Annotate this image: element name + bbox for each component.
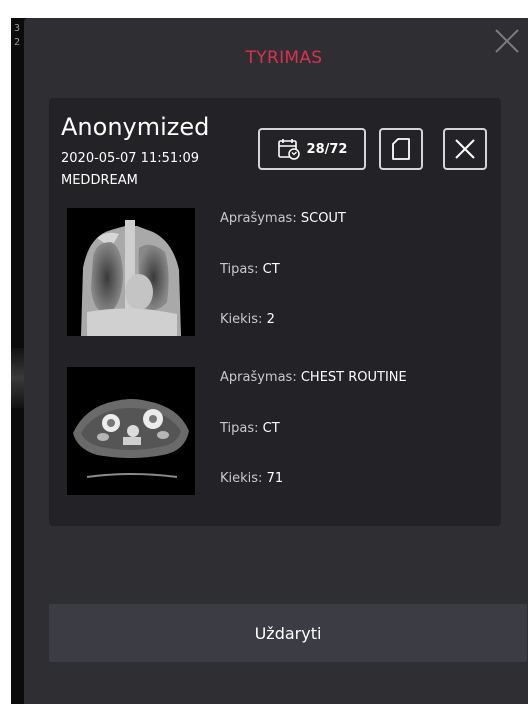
description-label: Aprašymas: bbox=[220, 370, 297, 385]
series-item[interactable]: Aprašymas: SCOUT Tipas: CT Kiekis: 2 bbox=[67, 206, 487, 336]
close-dialog-button[interactable]: Uždaryti bbox=[49, 604, 527, 662]
series-count: Kiekis: 71 bbox=[220, 470, 283, 488]
description-value: SCOUT bbox=[300, 211, 346, 226]
count-value: 71 bbox=[266, 471, 284, 486]
study-dialog: TYRIMAS Anonymized 2020-05-07 11:51:09 M… bbox=[24, 18, 528, 704]
type-value: CT bbox=[262, 262, 280, 277]
description-label: Aprašymas: bbox=[220, 211, 297, 226]
chest-xray-scout-thumbnail[interactable] bbox=[67, 208, 195, 336]
count-label: Kiekis: bbox=[220, 312, 263, 327]
description-value: CHEST ROUTINE bbox=[300, 370, 407, 385]
series-type: Tipas: CT bbox=[220, 420, 280, 438]
series-description: Aprašymas: SCOUT bbox=[220, 210, 346, 228]
type-label: Tipas: bbox=[220, 421, 259, 436]
type-value: CT bbox=[262, 421, 280, 436]
series-item[interactable]: Aprašymas: CHEST ROUTINE Tipas: CT Kieki… bbox=[67, 365, 487, 495]
study-source: MEDDREAM bbox=[61, 173, 138, 188]
series-count: Kiekis: 2 bbox=[220, 311, 275, 329]
document-icon bbox=[392, 138, 410, 160]
viewer-image-edge bbox=[11, 348, 25, 408]
close-icon bbox=[455, 139, 475, 159]
count-label: Kiekis: bbox=[220, 471, 263, 486]
viewer-overlay-line: 3 bbox=[14, 23, 21, 34]
study-datetime: 2020-05-07 11:51:09 bbox=[61, 151, 200, 166]
study-card: Anonymized 2020-05-07 11:51:09 MEDDREAM … bbox=[49, 98, 501, 526]
series-count-button[interactable]: 28/72 bbox=[258, 128, 366, 170]
chest-ct-axial-thumbnail[interactable] bbox=[67, 367, 195, 495]
type-label: Tipas: bbox=[220, 262, 259, 277]
copy-study-button[interactable] bbox=[379, 128, 423, 170]
viewer-overlay-line: 2 bbox=[14, 37, 21, 48]
series-count-label: 28/72 bbox=[306, 141, 348, 157]
viewer-overlay-text: 3 2 bbox=[14, 22, 20, 50]
patient-name: Anonymized bbox=[61, 113, 210, 141]
series-type: Tipas: CT bbox=[220, 261, 280, 279]
dialog-title: TYRIMAS bbox=[245, 48, 323, 68]
count-value: 2 bbox=[266, 312, 275, 327]
series-description: Aprašymas: CHEST ROUTINE bbox=[220, 369, 407, 387]
calendar-refresh-icon bbox=[277, 139, 300, 160]
remove-study-button[interactable] bbox=[443, 128, 487, 170]
